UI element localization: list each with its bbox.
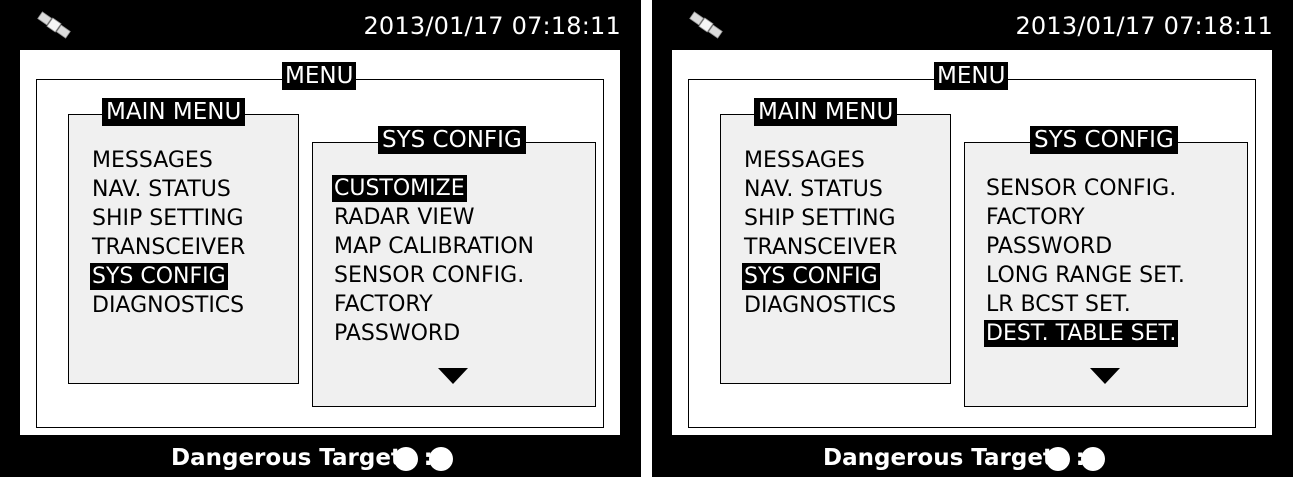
sys-config-item-sensor-config[interactable]: SENSOR CONFIG. [332,262,526,289]
indicator-dot-icon [394,447,418,471]
datetime-display: 2013/01/17 07:18:11 [363,12,621,40]
main-menu-title: MAIN MENU [102,98,246,126]
menu-frame-title: MENU [282,62,357,90]
menu-content-area: MENU MAIN MENU MESSAGES NAV. STATUS SHIP… [672,50,1272,435]
main-menu-item-ship-setting[interactable]: SHIP SETTING [90,205,246,232]
main-menu-item-diagnostics[interactable]: DIAGNOSTICS [742,292,898,319]
sys-config-item-factory[interactable]: FACTORY [984,204,1087,231]
sys-config-title: SYS CONFIG [1030,126,1178,154]
main-menu-title: MAIN MENU [754,98,898,126]
sys-config-item-password[interactable]: PASSWORD [332,320,462,347]
sys-config-item-lr-bcst-set[interactable]: LR BCST SET. [984,291,1133,318]
main-menu-item-sys-config[interactable]: SYS CONFIG [90,263,228,290]
device-screen-right: 2013/01/17 07:18:11 MENU MAIN MENU MESSA… [652,0,1293,477]
main-menu-item-ship-setting[interactable]: SHIP SETTING [742,205,898,232]
menu-content-area: MENU MAIN MENU MESSAGES NAV. STATUS SHIP… [20,50,620,435]
indicator-dot-icon [429,447,453,471]
datetime-display: 2013/01/17 07:18:11 [1015,12,1273,40]
sys-config-title: SYS CONFIG [378,126,526,154]
main-menu-item-nav-status[interactable]: NAV. STATUS [90,176,233,203]
sys-config-item-radar-view[interactable]: RADAR VIEW [332,204,477,231]
bottom-status-bar: Dangerous Targets :0 [0,438,641,477]
main-menu-item-transceiver[interactable]: TRANSCEIVER [742,234,899,261]
sys-config-item-dest-table-set[interactable]: DEST. TABLE SET. [984,320,1179,347]
indicator-dot-icon [1046,447,1070,471]
indicator-dot-icon [1081,447,1105,471]
main-menu-item-diagnostics[interactable]: DIAGNOSTICS [90,292,246,319]
sys-config-item-sensor-config[interactable]: SENSOR CONFIG. [984,175,1178,202]
sys-config-item-factory[interactable]: FACTORY [332,291,435,318]
menu-frame-title: MENU [934,62,1009,90]
sys-config-item-customize[interactable]: CUSTOMIZE [332,175,467,202]
scroll-down-arrow-icon[interactable] [1090,368,1120,384]
satellite-icon [689,11,723,39]
bottom-status-bar: Dangerous Targets :0 [652,438,1293,477]
scroll-down-arrow-icon[interactable] [438,368,468,384]
satellite-icon [37,11,71,39]
main-menu-item-messages[interactable]: MESSAGES [742,147,867,174]
device-screen-left: 2013/01/17 07:18:11 MENU MAIN MENU MESSA… [0,0,641,477]
sys-config-item-long-range-set[interactable]: LONG RANGE SET. [984,262,1187,289]
main-menu-item-messages[interactable]: MESSAGES [90,147,215,174]
status-bar: 2013/01/17 07:18:11 [652,0,1293,48]
status-bar: 2013/01/17 07:18:11 [0,0,641,48]
main-menu-item-transceiver[interactable]: TRANSCEIVER [90,234,247,261]
sys-config-item-map-calibration[interactable]: MAP CALIBRATION [332,233,536,260]
sys-config-item-password[interactable]: PASSWORD [984,233,1114,260]
main-menu-item-sys-config[interactable]: SYS CONFIG [742,263,880,290]
main-menu-item-nav-status[interactable]: NAV. STATUS [742,176,885,203]
